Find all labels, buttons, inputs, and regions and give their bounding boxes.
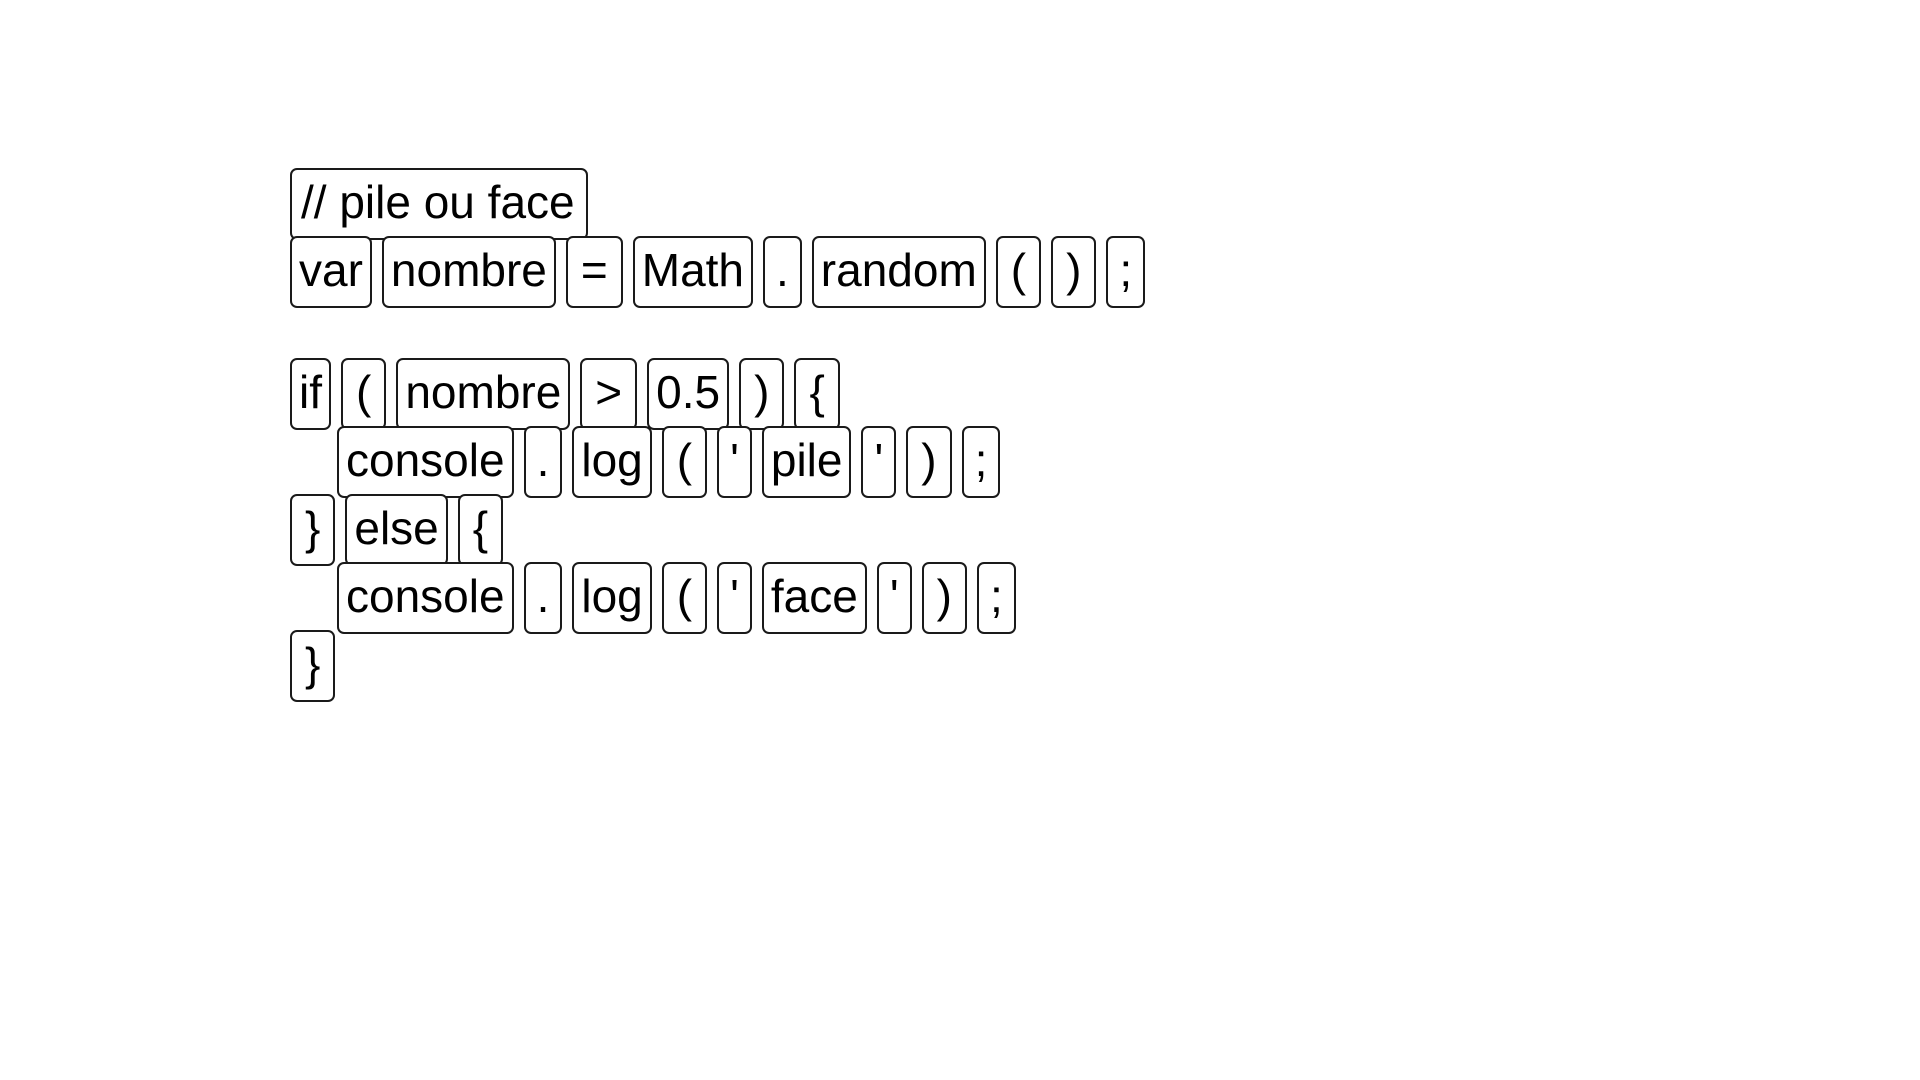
code-line-line-log-pile: console. log(' pile ');: [337, 426, 1155, 498]
code-token-punctuation[interactable]: ;: [961, 426, 1001, 498]
code-line-line-comment: // pile ou face: [290, 168, 1155, 240]
code-token-punctuation[interactable]: }: [290, 494, 336, 566]
code-token-identifier[interactable]: log: [572, 426, 652, 498]
code-token-identifier[interactable]: console: [337, 426, 514, 498]
code-token-punctuation[interactable]: (: [661, 426, 708, 498]
code-token-punctuation[interactable]: .: [523, 562, 563, 634]
code-token-punctuation[interactable]: (: [661, 562, 708, 634]
code-token-punctuation[interactable]: ): [921, 562, 967, 634]
code-line-line-var-declaration: var nombre = Math. random();: [290, 236, 1155, 308]
code-token-punctuation[interactable]: ): [1051, 236, 1097, 308]
code-token-keyword[interactable]: var: [290, 236, 372, 308]
code-token-punctuation[interactable]: .: [523, 426, 563, 498]
code-token-punctuation[interactable]: ): [739, 358, 785, 430]
code-token-keyword[interactable]: if: [290, 358, 331, 430]
code-token-operator[interactable]: =: [565, 236, 623, 308]
code-token-identifier[interactable]: log: [572, 562, 652, 634]
code-line-line-if: if(nombre >0.5){: [290, 358, 1155, 430]
code-token-punctuation[interactable]: (: [995, 236, 1042, 308]
code-token-keyword[interactable]: else: [345, 494, 448, 566]
code-token-number[interactable]: 0.5: [647, 358, 730, 430]
code-token-punctuation[interactable]: {: [794, 358, 840, 430]
code-line-line-close-brace: }: [290, 630, 1155, 702]
code-token-punctuation[interactable]: ;: [976, 562, 1016, 634]
code-token-punctuation[interactable]: ): [906, 426, 952, 498]
code-token-identifier[interactable]: console: [337, 562, 514, 634]
code-token-operator[interactable]: >: [580, 358, 638, 430]
code-canvas: // pile ou face var nombre = Math. random(); i…: [0, 0, 1920, 1080]
tokenized-code-block: // pile ou face var nombre = Math. random(); i…: [290, 168, 1155, 702]
code-token-punctuation[interactable]: ;: [1106, 236, 1146, 308]
code-token-identifier[interactable]: nombre: [396, 358, 571, 430]
code-token-comment[interactable]: // pile ou face: [290, 168, 588, 240]
code-token-punctuation[interactable]: .: [763, 236, 802, 308]
code-token-punctuation[interactable]: }: [290, 630, 336, 702]
code-token-identifier[interactable]: Math: [632, 236, 754, 308]
code-token-identifier[interactable]: nombre: [381, 236, 556, 308]
code-token-punctuation[interactable]: ': [861, 426, 897, 498]
code-line-line-blank: [290, 304, 1155, 362]
code-token-string[interactable]: pile: [761, 426, 852, 498]
code-token-punctuation[interactable]: ': [717, 426, 752, 498]
code-token-string[interactable]: face: [761, 562, 867, 634]
code-token-identifier[interactable]: random: [811, 236, 986, 308]
code-token-punctuation[interactable]: (: [341, 358, 387, 430]
code-token-punctuation[interactable]: ': [876, 562, 912, 634]
code-token-punctuation[interactable]: {: [457, 494, 504, 566]
code-token-punctuation[interactable]: ': [717, 562, 752, 634]
code-line-line-log-face: console. log(' face ');: [337, 562, 1155, 634]
code-line-line-else: } else{: [290, 494, 1155, 566]
